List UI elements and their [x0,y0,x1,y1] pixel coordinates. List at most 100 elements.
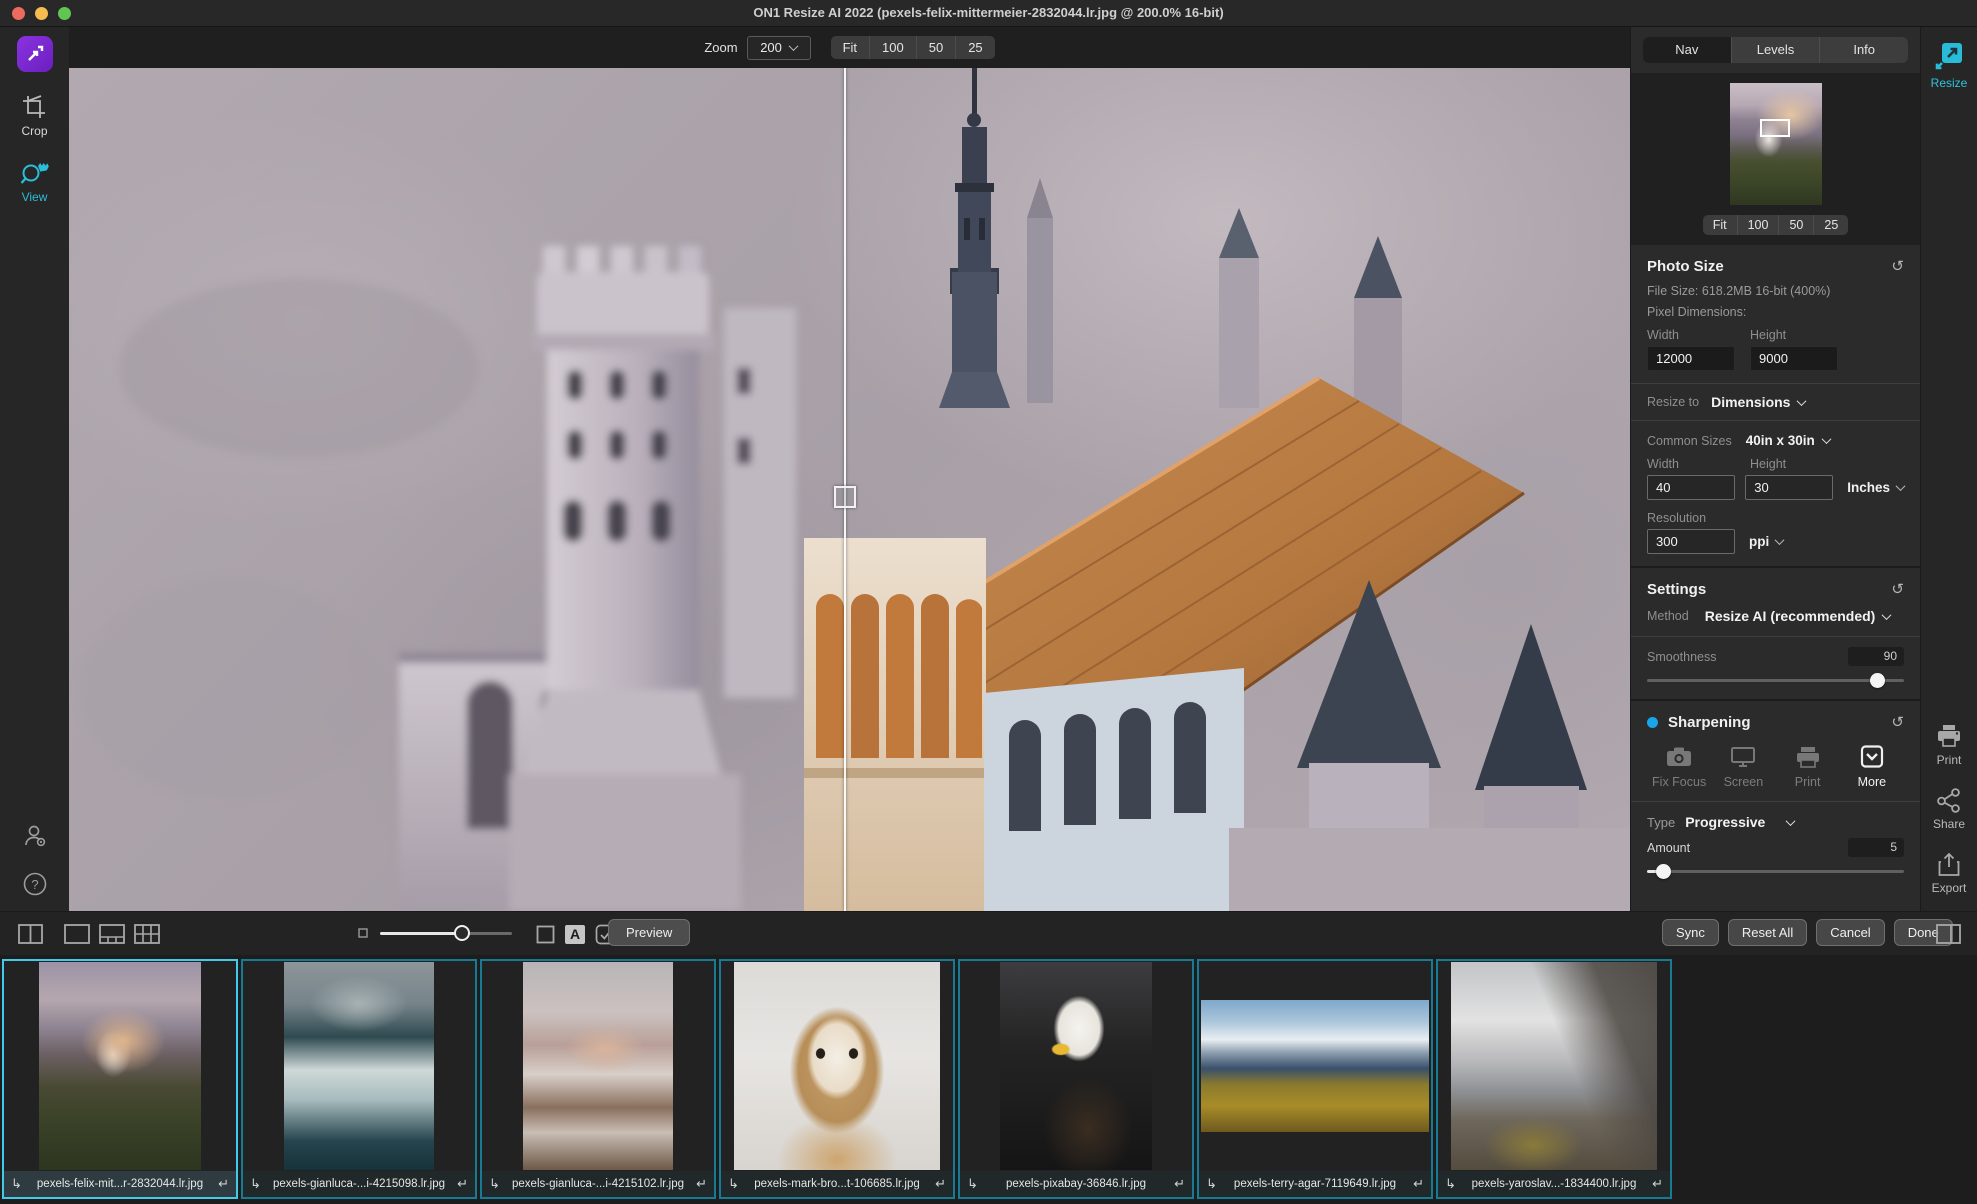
soft-proof-icon[interactable]: A [565,925,585,944]
units-select[interactable]: Inches [1847,480,1906,495]
zoom-fit-button[interactable]: Fit [831,36,871,59]
doc-width-input[interactable] [1647,475,1735,500]
chevron-down-icon [1797,395,1807,406]
account-icon[interactable] [22,823,48,849]
settings-section: Settings ↺ Method Resize AI (recommended… [1631,568,1920,636]
return-icon[interactable]: ↵ [218,1176,229,1192]
reset-all-button[interactable]: Reset All [1727,919,1808,946]
image-preview-canvas[interactable] [69,68,1630,911]
filmstrip-item-4[interactable]: ↳ pexels-mark-bro...t-106685.lr.jpg ↵ [719,959,955,1199]
crop-tool[interactable]: Crop [21,94,48,138]
smoothness-label: Smoothness [1647,649,1717,664]
preview-button[interactable]: Preview [608,919,691,946]
return-icon[interactable]: ↵ [1413,1176,1424,1192]
amount-slider[interactable] [1647,864,1904,879]
tab-levels[interactable]: Levels [1732,37,1821,63]
reset-settings-icon[interactable]: ↺ [1891,580,1904,598]
filmstrip-view-icon[interactable] [99,924,125,944]
sync-button[interactable]: Sync [1662,919,1719,946]
view-tool[interactable]: View [20,160,50,204]
chevron-down-icon [1785,815,1796,826]
resolution-input[interactable] [1647,529,1735,554]
zoom-window-button[interactable] [58,7,71,20]
filmstrip-item-3[interactable]: ↳ pexels-gianluca-...i-4215102.lr.jpg ↵ [480,959,716,1199]
amount-value[interactable]: 5 [1848,838,1904,857]
method-label: Method [1647,609,1689,623]
smoothness-slider[interactable] [1647,673,1904,688]
doc-height-input[interactable] [1745,475,1834,500]
filename: pexels-terry-agar-7119649.lr.jpg [1233,1178,1397,1190]
zoom-100-button[interactable]: 100 [870,36,917,59]
pixel-height-input[interactable] [1750,346,1838,371]
smoothness-value[interactable]: 90 [1848,647,1904,666]
zoom-50-button[interactable]: 50 [917,36,957,59]
return-icon[interactable]: ↵ [696,1176,707,1192]
filename: pexels-mark-bro...t-106685.lr.jpg [754,1178,920,1190]
navigator-thumbnail[interactable] [1729,83,1822,205]
cancel-button[interactable]: Cancel [1816,919,1885,946]
nav-100-button[interactable]: 100 [1738,215,1780,235]
filmstrip-item-1[interactable]: ↳ pexels-felix-mit...r-2832044.lr.jpg ↵ [2,959,238,1199]
return-icon[interactable]: ↵ [935,1176,946,1192]
zoom-value: 200 [760,40,782,55]
reset-sharpening-icon[interactable]: ↺ [1891,713,1904,731]
sharpen-fix-focus-button[interactable]: Fix Focus [1647,745,1711,789]
type-select[interactable]: Progressive [1685,814,1796,830]
zoom-25-button[interactable]: 25 [956,36,994,59]
single-view-icon[interactable] [64,924,90,944]
preview-opacity-slider[interactable] [380,925,512,941]
compare-split-view-icon[interactable] [18,924,43,944]
smoothness-slider-handle[interactable] [1870,673,1886,688]
tab-info[interactable]: Info [1820,37,1908,63]
nav-25-button[interactable]: 25 [1814,215,1848,235]
amount-slider-handle[interactable] [1655,864,1671,879]
close-window-button[interactable] [12,7,25,20]
bottom-control-bar: A Preview Sync Reset All Cancel Done [0,911,1977,955]
filmstrip-item-6[interactable]: ↳ pexels-terry-agar-7119649.lr.jpg ↵ [1197,959,1433,1199]
sharpen-more-button[interactable]: More [1840,745,1904,789]
export-label: Export [1931,881,1967,895]
window-controls [12,7,71,20]
filmstrip-item-7[interactable]: ↳ pexels-yaroslav...-1834400.lr.jpg ↵ [1436,959,1672,1199]
return-icon[interactable]: ↵ [457,1176,468,1192]
return-icon[interactable]: ↵ [1174,1176,1185,1192]
reset-photo-size-icon[interactable]: ↺ [1891,257,1904,275]
resolution-units-select[interactable]: ppi [1749,534,1785,549]
sharpening-enabled-dot[interactable] [1647,716,1658,728]
on1-app-logo [16,36,53,72]
resize-to-label: Resize to [1647,395,1700,409]
common-sizes-select[interactable]: 40in x 30in [1746,433,1832,448]
thumbnail-snow-valley [1451,962,1657,1170]
help-icon[interactable]: ? [22,871,48,897]
resize-module[interactable]: Resize [1931,41,1967,90]
grid-view-icon[interactable] [134,924,160,944]
pixel-dimensions-label: Pixel Dimensions: [1647,305,1747,319]
sharpen-screen-button[interactable]: Screen [1711,745,1775,789]
minimize-window-button[interactable] [35,7,48,20]
resize-to-select[interactable]: Dimensions [1711,394,1807,410]
nav-50-button[interactable]: 50 [1779,215,1815,235]
export-button[interactable]: Export [1931,851,1967,895]
sub-file-icon: ↳ [489,1176,500,1191]
dual-pane-icon[interactable] [1936,924,1961,944]
tab-nav[interactable]: Nav [1643,37,1732,63]
print-button[interactable]: Print [1935,723,1963,767]
zoom-preset-group: Fit 100 50 25 [830,36,995,59]
background-fill-icon[interactable] [536,925,555,944]
filmstrip-item-2[interactable]: ↳ pexels-gianluca-...i-4215098.lr.jpg ↵ [241,959,477,1199]
method-select[interactable]: Resize AI (recommended) [1705,608,1892,624]
sharpening-title: Sharpening [1668,713,1751,731]
nav-fit-button[interactable]: Fit [1703,215,1738,235]
filmstrip-item-5[interactable]: ↳ pexels-pixabay-36846.lr.jpg ↵ [958,959,1194,1199]
panel-tabs: Nav Levels Info [1643,37,1908,63]
share-button[interactable]: Share [1933,787,1965,831]
monitor-icon [1731,747,1756,767]
pixel-width-input[interactable] [1647,346,1735,371]
right-tool-rail: Resize Print Share Export [1920,27,1977,911]
sharpen-print-button[interactable]: Print [1776,745,1840,789]
opacity-slider-handle[interactable] [453,925,470,941]
return-icon[interactable]: ↵ [1652,1176,1663,1192]
navigator-view-rect[interactable] [1759,119,1790,137]
zoom-select[interactable]: 200 [746,35,811,60]
split-divider-handle[interactable] [834,486,856,508]
